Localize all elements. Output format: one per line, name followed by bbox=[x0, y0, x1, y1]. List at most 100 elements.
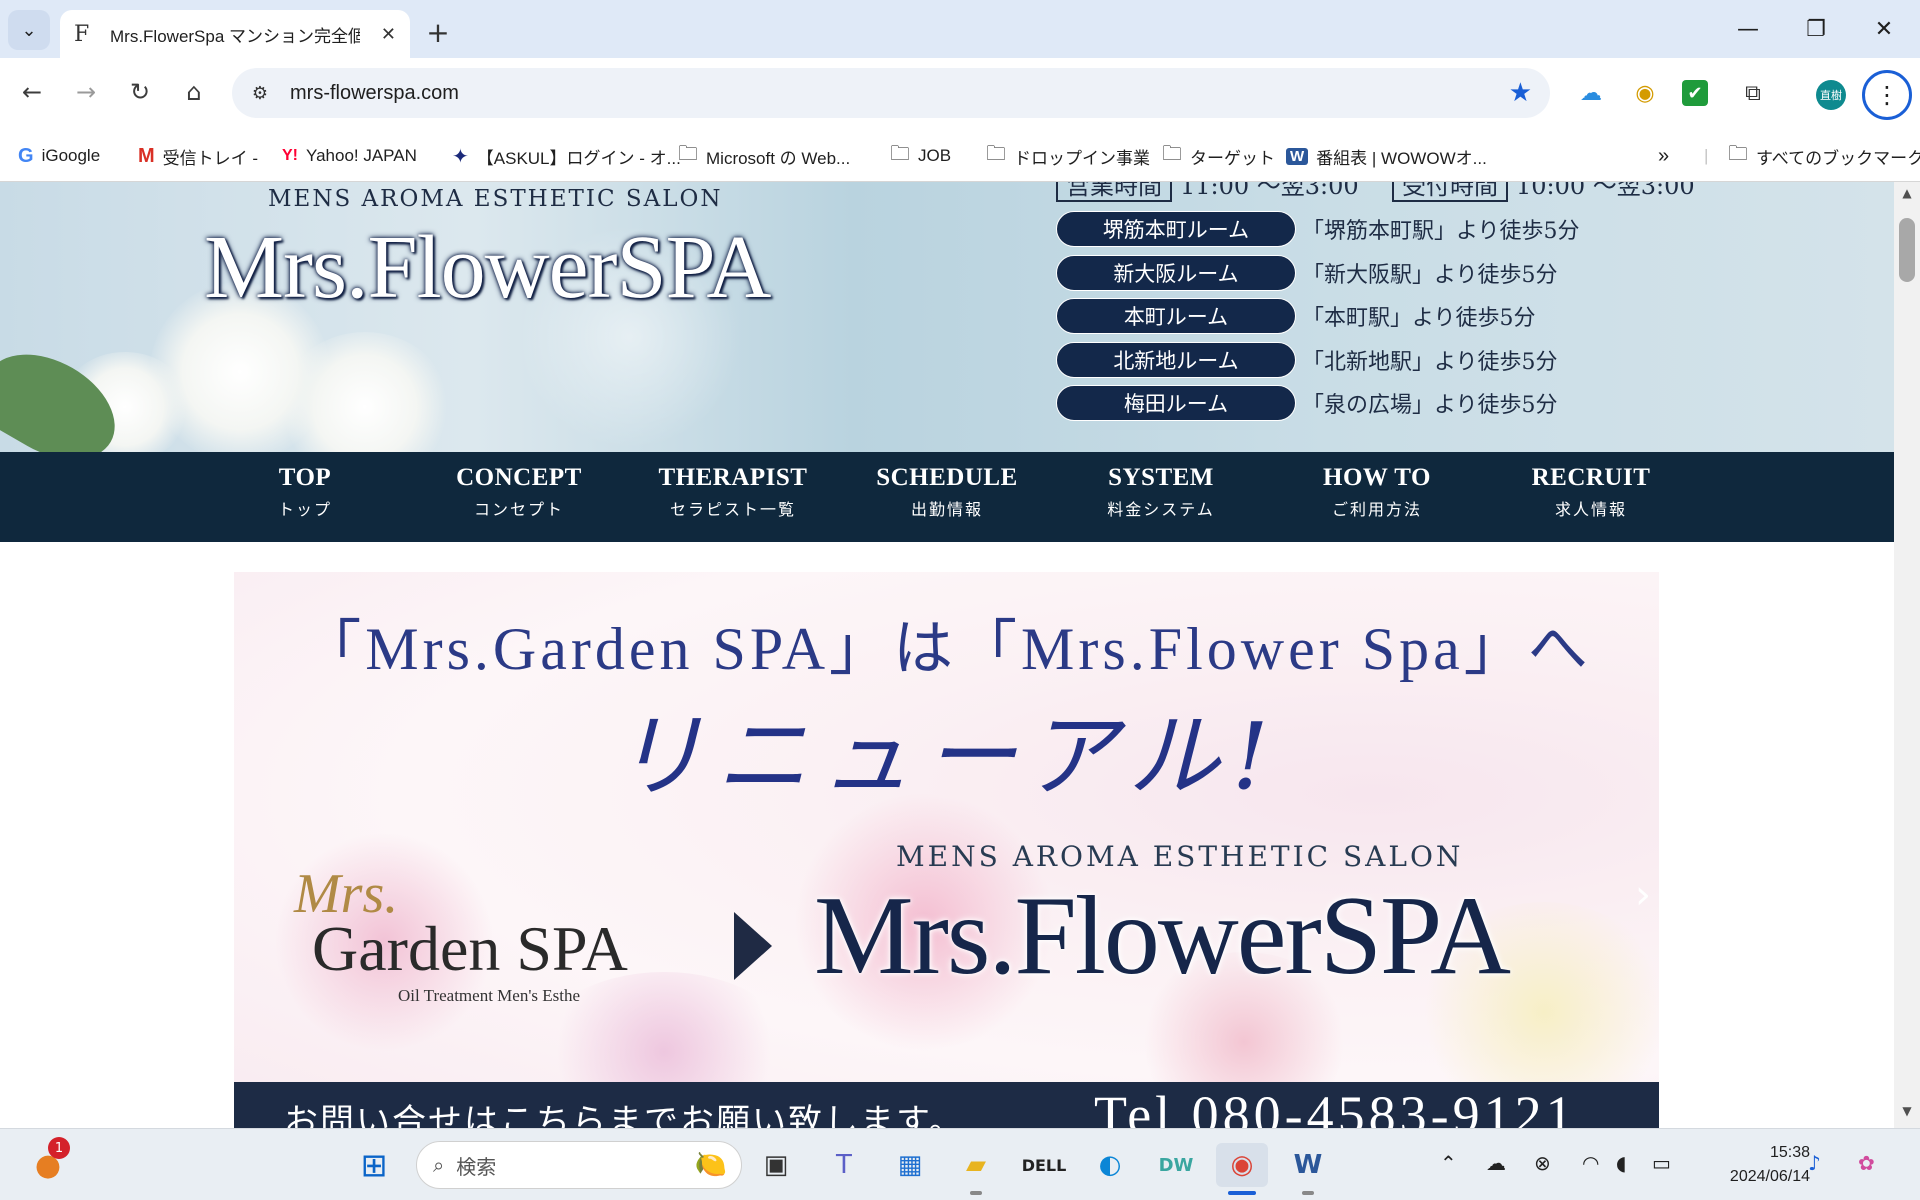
bookmark-yahoo[interactable]: Y! Yahoo! JAPAN bbox=[282, 140, 417, 172]
bookmark-label: すべてのブックマーク bbox=[1756, 148, 1920, 168]
search-highlight-icon: 🍋 bbox=[694, 1150, 727, 1180]
bookmark-folder-job[interactable]: 🗀 JOB bbox=[890, 140, 951, 172]
chevron-up-icon[interactable]: ⌃ bbox=[1440, 1151, 1457, 1175]
browser-menu-button[interactable]: ⋮ bbox=[1862, 70, 1912, 120]
extension-yellow-icon[interactable]: ◉ bbox=[1628, 76, 1662, 110]
close-window-button[interactable]: ✕ bbox=[1854, 10, 1914, 48]
reception-hours-value: 10:00 ～翌3:00 bbox=[1515, 182, 1695, 200]
site-info-icon[interactable]: ⚙ bbox=[242, 75, 278, 111]
clock-date: 2024/06/14 bbox=[1729, 1168, 1810, 1185]
contact-tel[interactable]: Tel 080-4583-9121 bbox=[1094, 1084, 1577, 1128]
x-circle-icon[interactable]: ⊗ bbox=[1534, 1151, 1551, 1175]
browser-tab-active[interactable]: F Mrs.FlowerSpa マンション完全個室 ✕ bbox=[60, 10, 410, 58]
address-bar[interactable]: ⚙ mrs-flowerspa.com ★ bbox=[232, 68, 1550, 118]
site-favicon-icon: F bbox=[74, 21, 90, 47]
bookmark-askul[interactable]: ✦ 【ASKUL】ログイン - オ... bbox=[452, 140, 681, 172]
back-arrow-icon: ← bbox=[21, 78, 43, 106]
room-access: 「泉の広場」より徒歩5分 bbox=[1302, 393, 1558, 418]
dreamweaver-icon[interactable]: DW bbox=[1154, 1143, 1198, 1187]
windows-start-icon[interactable]: ⊞ bbox=[352, 1143, 396, 1187]
nav-schedule[interactable]: SCHEDULE 出勤情報 bbox=[840, 464, 1054, 520]
back-button[interactable]: ← bbox=[12, 72, 52, 112]
garden-logo-sub: Oil Treatment Men's Esthe bbox=[398, 986, 581, 1005]
system-clock[interactable]: 15:38 2024/06/14 bbox=[1700, 1141, 1810, 1189]
reload-button[interactable]: ↻ bbox=[120, 72, 160, 112]
scroll-up-arrow-icon[interactable]: ▲ bbox=[1894, 186, 1920, 206]
bookmark-igoogle[interactable]: G iGoogle bbox=[18, 140, 100, 172]
room-name[interactable]: 梅田ルーム bbox=[1056, 385, 1296, 421]
open-hours-value: 11:00 ～翌3:00 bbox=[1180, 182, 1359, 200]
new-tab-button[interactable]: + bbox=[420, 14, 456, 50]
windows-taskbar: ● 1 ⊞ ⌕ 検索 🍋 ▣ T ▦ ▰ DELL ◐ DW ◉ W ⌃ ☁ ⊗… bbox=[0, 1128, 1920, 1200]
folder-icon: 🗀 bbox=[890, 143, 910, 165]
copilot-icon[interactable]: ✿ bbox=[1858, 1151, 1875, 1175]
scrollbar-thumb[interactable] bbox=[1899, 218, 1915, 282]
room-name[interactable]: 本町ルーム bbox=[1056, 298, 1296, 334]
room-name[interactable]: 堺筋本町ルーム bbox=[1056, 211, 1296, 247]
nav-top[interactable]: TOP トップ bbox=[198, 464, 412, 520]
volume-icon[interactable]: ◖ bbox=[1616, 1151, 1627, 1175]
url-text[interactable]: mrs-flowerspa.com bbox=[290, 82, 459, 105]
nav-label-ja: コンセプト bbox=[473, 500, 564, 519]
nav-label-en: CONCEPT bbox=[456, 464, 582, 491]
word-app-icon[interactable]: W bbox=[1286, 1143, 1330, 1187]
nav-label-ja: 出勤情報 bbox=[910, 500, 983, 519]
room-kitashinchi[interactable]: 北新地ルーム 「北新地駅」より徒歩5分 bbox=[1056, 341, 1558, 379]
page-scrollbar[interactable]: ▲ ▼ bbox=[1894, 182, 1920, 1128]
chrome-icon[interactable]: ◉ bbox=[1216, 1143, 1268, 1187]
bookmark-star-icon[interactable]: ★ bbox=[1509, 78, 1532, 108]
restore-button[interactable]: ❐ bbox=[1786, 10, 1846, 48]
taskbar-search[interactable]: ⌕ 検索 🍋 bbox=[416, 1141, 742, 1189]
bookmark-label: ドロップイン事業 bbox=[1014, 148, 1150, 168]
cloud-extension-icon[interactable]: ☁ bbox=[1574, 76, 1608, 110]
teams-icon[interactable]: T bbox=[822, 1143, 866, 1187]
nav-howto[interactable]: HOW TO ご利用方法 bbox=[1270, 464, 1484, 520]
scroll-down-arrow-icon[interactable]: ▼ bbox=[1894, 1104, 1920, 1124]
nav-system[interactable]: SYSTEM 料金システム bbox=[1054, 464, 1268, 520]
home-button[interactable]: ⌂ bbox=[174, 72, 214, 112]
nav-recruit[interactable]: RECRUIT 求人情報 bbox=[1484, 464, 1698, 520]
minimize-button[interactable]: — bbox=[1718, 10, 1778, 48]
dell-icon[interactable]: DELL bbox=[1022, 1143, 1067, 1187]
room-umeda[interactable]: 梅田ルーム 「泉の広場」より徒歩5分 bbox=[1056, 384, 1558, 422]
bell-icon[interactable]: ♪ bbox=[1808, 1151, 1821, 1175]
more-bookmarks-chevron[interactable]: » bbox=[1658, 140, 1669, 172]
room-name[interactable]: 新大阪ルーム bbox=[1056, 255, 1296, 291]
nav-label-ja: トップ bbox=[277, 500, 332, 519]
nav-label-ja: セラピスト一覧 bbox=[669, 500, 796, 519]
tab-title: Mrs.FlowerSpa マンション完全個室 bbox=[110, 26, 360, 46]
nav-concept[interactable]: CONCEPT コンセプト bbox=[412, 464, 626, 520]
check-extension-icon[interactable]: ✔ bbox=[1682, 80, 1708, 106]
bookmark-gmail[interactable]: M 受信トレイ - bbox=[138, 140, 258, 172]
task-view-icon[interactable]: ▣ bbox=[754, 1143, 798, 1187]
room-shinosaka[interactable]: 新大阪ルーム 「新大阪駅」より徒歩5分 bbox=[1056, 254, 1558, 292]
nav-label-en: RECRUIT bbox=[1531, 464, 1651, 491]
nav-therapist[interactable]: THERAPIST セラピスト一覧 bbox=[626, 464, 840, 520]
file-explorer-icon[interactable]: ▰ bbox=[954, 1143, 998, 1187]
onedrive-icon[interactable]: ☁ bbox=[1486, 1151, 1506, 1175]
bookmark-folder-dropin[interactable]: 🗀 ドロップイン事業 bbox=[986, 140, 1150, 172]
forward-button[interactable]: → bbox=[66, 72, 106, 112]
room-honmachi[interactable]: 本町ルーム 「本町駅」より徒歩5分 bbox=[1056, 297, 1536, 335]
all-bookmarks-folder[interactable]: 🗀 すべてのブックマーク bbox=[1728, 140, 1920, 172]
running-indicator bbox=[1302, 1191, 1314, 1195]
wifi-icon[interactable]: ◠ bbox=[1582, 1151, 1599, 1175]
chevron-right-icon[interactable]: › bbox=[1635, 872, 1651, 918]
play-arrow-icon bbox=[734, 912, 772, 980]
bookmark-wowow[interactable]: W 番組表 | WOWOWオ... bbox=[1286, 140, 1487, 172]
bookmark-folder-microsoft[interactable]: 🗀 Microsoft の Web... bbox=[678, 140, 850, 172]
store-icon[interactable]: ▦ bbox=[888, 1143, 932, 1187]
extensions-puzzle-icon[interactable]: ⧉ bbox=[1736, 76, 1770, 110]
bookmark-folder-target[interactable]: 🗀 ターゲット bbox=[1162, 140, 1275, 172]
profile-avatar[interactable]: 直樹 bbox=[1816, 80, 1846, 110]
battery-icon[interactable]: ▭ bbox=[1652, 1151, 1671, 1175]
room-sakaisuji[interactable]: 堺筋本町ルーム 「堺筋本町駅」より徒歩5分 bbox=[1056, 210, 1580, 248]
renewal-banner[interactable]: 「Mrs.Garden SPA」は「Mrs.Flower Spa」へ リニューア… bbox=[234, 572, 1659, 1128]
nav-label-ja: 料金システム bbox=[1107, 500, 1215, 519]
edge-icon[interactable]: ◐ bbox=[1088, 1143, 1132, 1187]
tab-search-button[interactable]: ⌄ bbox=[8, 10, 50, 50]
site-logo[interactable]: Mrs.FlowerSPA bbox=[204, 216, 771, 319]
close-tab-icon[interactable]: ✕ bbox=[381, 24, 396, 45]
room-name[interactable]: 北新地ルーム bbox=[1056, 342, 1296, 378]
bookmarks-bar: G iGoogle M 受信トレイ - Y! Yahoo! JAPAN ✦ 【A… bbox=[0, 130, 1920, 182]
